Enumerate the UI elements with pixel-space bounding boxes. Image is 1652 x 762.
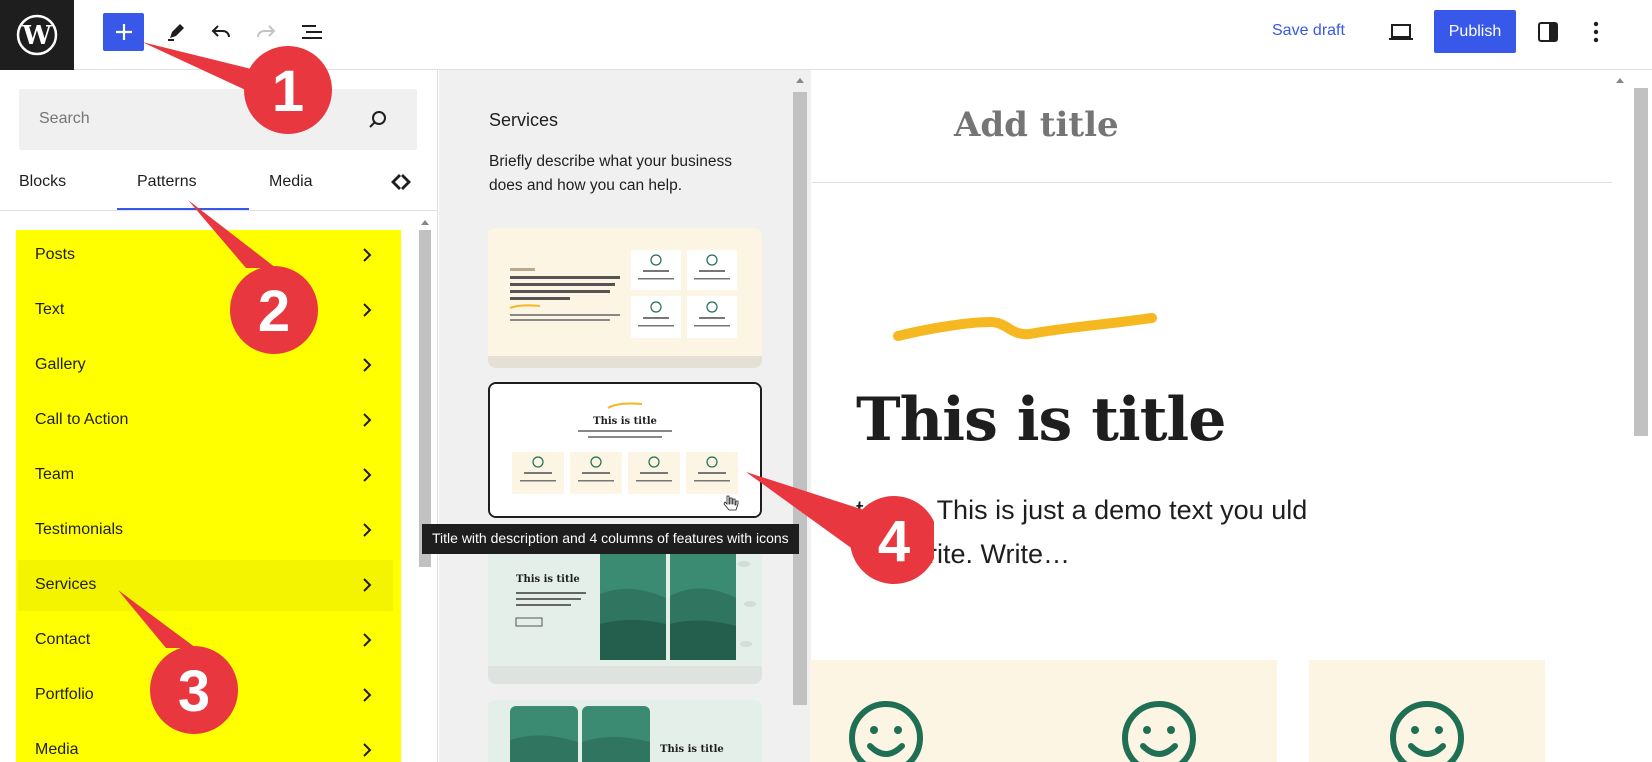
annotation-badge-4: 4 (746, 472, 934, 584)
add-block-button[interactable] (103, 13, 144, 51)
pattern-thumbnail (488, 228, 762, 368)
diamond-close-icon (391, 174, 411, 190)
smiley-icon (849, 701, 923, 762)
annotation-number: 1 (272, 59, 304, 124)
category-label: Contact (35, 631, 91, 648)
scroll-up-arrow-icon[interactable] (1615, 76, 1625, 84)
svg-text:W: W (21, 21, 52, 51)
annotation-number: 4 (878, 509, 910, 574)
pattern-card-image-text[interactable]: This is title (488, 700, 762, 762)
pattern-category-description: Briefly describe what your business does… (489, 153, 732, 194)
annotation-badge-1: 1 (142, 42, 332, 134)
chevron-right-icon (363, 358, 372, 372)
search-placeholder: Search (39, 110, 90, 127)
editor-canvas: Add title This is title tence. This is j… (810, 70, 1652, 762)
pattern-thumbnail: This is title (490, 384, 760, 516)
feature-card[interactable] (810, 660, 1046, 762)
post-title-input[interactable]: Add title (954, 105, 1119, 145)
pattern-card-image-grid[interactable]: This is title (488, 534, 762, 684)
plus-icon (115, 24, 132, 40)
smiley-icon (1122, 701, 1196, 762)
app-window: W Save draft Publish Search Blocks Patte… (0, 0, 1652, 762)
chevron-right-icon (363, 633, 372, 647)
editor-scrollbar[interactable] (1634, 88, 1648, 436)
scroll-up-arrow-icon[interactable] (420, 218, 430, 226)
chevron-right-icon (363, 248, 372, 262)
pattern-category-title: Services (489, 110, 559, 130)
annotation-number: 2 (258, 279, 290, 344)
tab-patterns[interactable]: Patterns (137, 173, 197, 191)
category-label: Media (35, 741, 79, 758)
settings-sidebar-button[interactable] (1536, 20, 1560, 44)
category-label: Gallery (35, 356, 86, 373)
publish-button[interactable]: Publish (1434, 10, 1516, 53)
thumbnail-title: This is title (660, 744, 724, 755)
pattern-card-services-grid[interactable] (488, 228, 762, 368)
category-label: Testimonials (35, 521, 124, 538)
patterns-scrollbar[interactable] (793, 92, 807, 705)
annotation-badge-3: 3 (118, 590, 238, 734)
wordpress-icon[interactable]: W (0, 0, 74, 70)
decorative-squiggle (893, 313, 1157, 341)
feature-card[interactable] (1309, 660, 1545, 762)
options-button[interactable] (1586, 20, 1606, 44)
tab-blocks[interactable]: Blocks (19, 173, 66, 191)
annotation-badge-2: 2 (188, 200, 318, 354)
pattern-thumbnail: This is title (488, 534, 762, 684)
category-label: Posts (35, 246, 76, 263)
pattern-thumbnail: This is title (488, 700, 762, 762)
chevron-right-icon (363, 578, 372, 592)
chevron-right-icon (363, 688, 372, 702)
chevron-right-icon (363, 413, 372, 427)
chevron-right-icon (363, 743, 372, 757)
inserter-scrollbar[interactable] (419, 230, 431, 567)
sidebar-icon (1538, 22, 1558, 42)
pattern-card-four-columns[interactable]: This is title (488, 382, 762, 518)
chevron-right-icon (363, 468, 372, 482)
category-item-call-to-action[interactable]: Call to Action (18, 395, 393, 446)
chevron-right-icon (363, 303, 372, 317)
category-label: Team (35, 466, 75, 483)
thumbnail-title: This is title (593, 416, 657, 427)
close-inserter-button[interactable] (388, 170, 416, 196)
more-vertical-icon (1593, 21, 1599, 43)
smiley-icon (1390, 701, 1464, 762)
search-icon (369, 111, 386, 128)
category-item-testimonials[interactable]: Testimonials (18, 505, 393, 556)
preview-button[interactable] (1388, 20, 1414, 44)
tab-media[interactable]: Media (269, 173, 313, 191)
chevron-right-icon (363, 523, 372, 537)
category-label: Services (35, 576, 97, 593)
pattern-preview-panel: Services Briefly describe what your busi… (439, 70, 811, 762)
thumbnail-title: This is title (516, 574, 580, 585)
title-divider (812, 182, 1612, 183)
category-label: Text (35, 301, 65, 318)
category-item-team[interactable]: Team (18, 450, 393, 501)
hero-heading[interactable]: This is title (856, 385, 1226, 455)
feature-card[interactable] (1041, 660, 1277, 762)
pattern-tooltip: Title with description and 4 columns of … (422, 524, 799, 554)
save-draft-button[interactable]: Save draft (1272, 22, 1345, 40)
scroll-up-arrow-icon[interactable] (795, 76, 805, 84)
desktop-icon (1389, 24, 1413, 40)
category-label: Portfolio (35, 686, 94, 703)
category-label: Call to Action (35, 411, 129, 428)
annotation-number: 3 (178, 659, 210, 724)
